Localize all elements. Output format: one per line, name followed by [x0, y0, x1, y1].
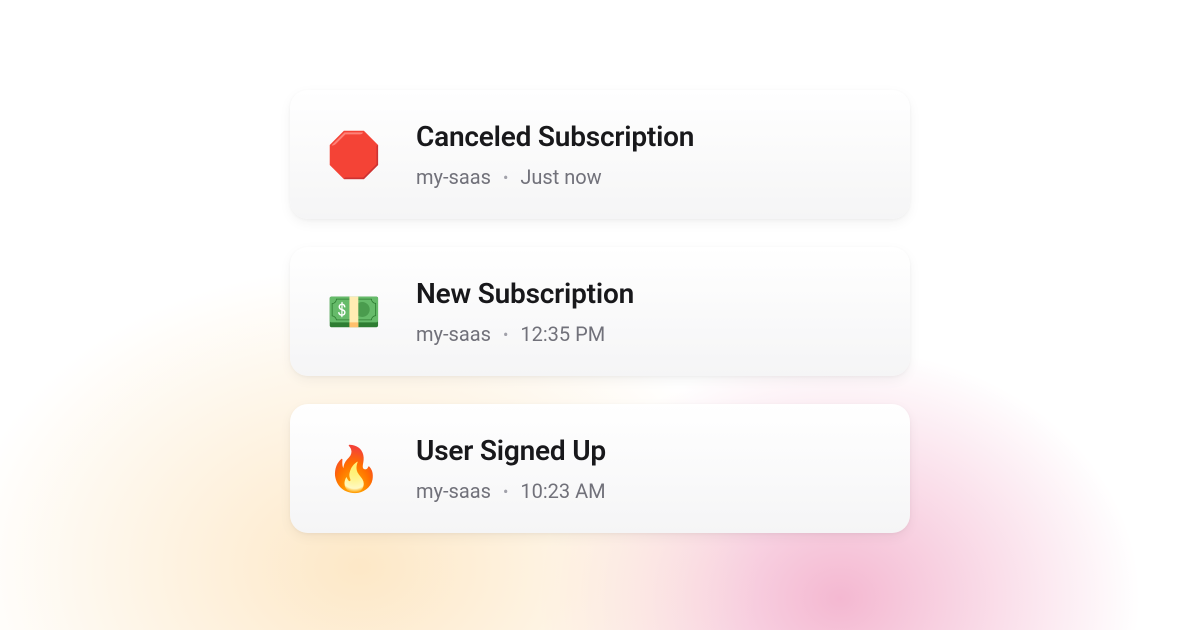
- notification-source: my-saas: [416, 479, 491, 503]
- notification-content: User Signed Up my-saas • 10:23 AM: [416, 434, 606, 503]
- notification-card[interactable]: 🔥 User Signed Up my-saas • 10:23 AM: [290, 404, 910, 533]
- separator-dot: •: [503, 168, 508, 187]
- separator-dot: •: [503, 325, 508, 344]
- notification-content: New Subscription my-saas • 12:35 PM: [416, 277, 634, 346]
- notification-card[interactable]: 🛑 Canceled Subscription my-saas • Just n…: [290, 90, 910, 219]
- notification-content: Canceled Subscription my-saas • Just now: [416, 120, 694, 189]
- notification-title: New Subscription: [416, 277, 634, 310]
- notification-meta: my-saas • 12:35 PM: [416, 322, 634, 346]
- notification-time: 12:35 PM: [520, 322, 605, 346]
- notification-time: Just now: [520, 165, 601, 189]
- notification-time: 10:23 AM: [520, 479, 605, 503]
- notification-source: my-saas: [416, 322, 491, 346]
- money-icon: 💵: [326, 284, 382, 340]
- notification-title: Canceled Subscription: [416, 120, 694, 153]
- notification-source: my-saas: [416, 165, 491, 189]
- stop-sign-icon: 🛑: [326, 127, 382, 183]
- notification-card[interactable]: 💵 New Subscription my-saas • 12:35 PM: [290, 247, 910, 376]
- separator-dot: •: [503, 482, 508, 501]
- notification-meta: my-saas • 10:23 AM: [416, 479, 606, 503]
- notification-title: User Signed Up: [416, 434, 606, 467]
- notification-meta: my-saas • Just now: [416, 165, 694, 189]
- fire-icon: 🔥: [326, 441, 382, 497]
